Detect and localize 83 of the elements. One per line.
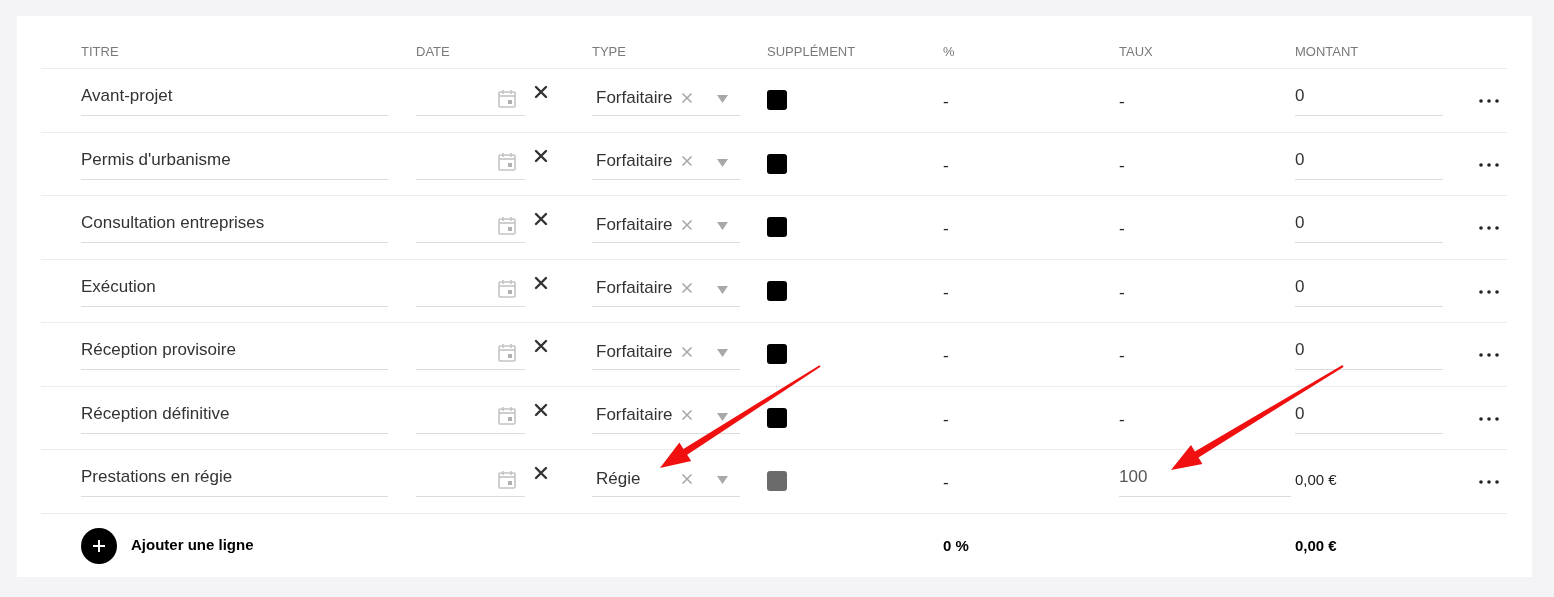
percent-value: - <box>943 473 949 492</box>
total-percent: 0 % <box>943 536 969 554</box>
calendar-icon <box>498 152 516 171</box>
calendar-icon <box>498 406 516 425</box>
amount-field[interactable]: 0 <box>1295 80 1443 116</box>
calendar-icon <box>498 469 516 489</box>
percent-value: - <box>943 282 949 302</box>
calendar-icon <box>498 215 516 235</box>
add-line-button[interactable]: Ajouter une ligne <box>81 527 943 564</box>
amount-field[interactable]: 0 <box>1295 397 1443 434</box>
title-field[interactable]: Consultation entreprises <box>81 207 388 243</box>
more-options-button[interactable] <box>1478 98 1500 104</box>
clear-date-button[interactable] <box>534 85 548 99</box>
percent-value: - <box>943 346 949 365</box>
supplement-checkbox[interactable] <box>767 280 787 301</box>
selected-value: Forfaitaire <box>596 213 674 236</box>
clear-date-button[interactable] <box>534 402 548 417</box>
more-options-button[interactable] <box>1478 288 1500 295</box>
selected-value: Forfaitaire <box>596 404 674 427</box>
type-select[interactable]: Forfaitaire <box>592 207 740 243</box>
selected-value: Forfaitaire <box>596 340 674 363</box>
total-amount: 0,00 € <box>1295 536 1337 554</box>
calendar-icon <box>498 88 516 108</box>
calendar-icon <box>498 279 516 298</box>
supplement-checkbox[interactable] <box>767 90 787 110</box>
caret-icon <box>717 95 728 103</box>
plus-icon <box>81 527 117 564</box>
column-header: MONTANT <box>1295 44 1359 59</box>
title-field[interactable]: Permis d'urbanisme <box>81 143 388 180</box>
more-options-button[interactable] <box>1478 225 1500 231</box>
selected-value: Forfaitaire <box>596 150 674 173</box>
clear-date-button[interactable] <box>534 212 548 226</box>
rate-value: - <box>1119 408 1125 431</box>
caret-icon <box>717 285 728 294</box>
type-select[interactable]: Forfaitaire <box>592 334 740 370</box>
caret-icon <box>717 476 728 484</box>
column-header: SUPPLÉMENT <box>767 44 856 59</box>
caret-icon <box>717 222 728 230</box>
clear-date-button[interactable] <box>534 275 548 290</box>
rate-value: - <box>1119 154 1125 177</box>
amount-field[interactable]: 0 <box>1295 207 1443 243</box>
column-header: % <box>943 44 955 59</box>
title-field[interactable]: Réception définitive <box>81 397 388 434</box>
rate-value: - <box>1119 345 1125 367</box>
calendar-icon <box>498 342 516 362</box>
amount-field[interactable]: 0 <box>1295 270 1443 307</box>
amount-value: 0,00 € <box>1295 470 1337 490</box>
type-select[interactable]: Forfaitaire <box>592 143 740 180</box>
selected-value: Forfaitaire <box>596 86 674 109</box>
supplement-checkbox[interactable] <box>767 217 787 237</box>
caret-icon <box>717 412 728 421</box>
title-field[interactable]: Prestations en régie <box>81 461 388 497</box>
column-header: TITRE <box>81 44 119 59</box>
caret-icon <box>717 349 728 357</box>
more-options-button[interactable] <box>1478 479 1500 485</box>
type-select[interactable]: Forfaitaire <box>592 270 740 307</box>
title-field[interactable]: Avant-projet <box>81 80 388 116</box>
title-field[interactable]: Exécution <box>81 270 388 307</box>
percent-value: - <box>943 155 949 175</box>
more-options-button[interactable] <box>1478 352 1500 358</box>
clear-date-button[interactable] <box>534 148 548 163</box>
column-header: TAUX <box>1119 44 1153 59</box>
supplement-checkbox[interactable] <box>767 344 787 364</box>
percent-value: - <box>943 92 949 111</box>
clear-date-button[interactable] <box>534 339 548 353</box>
percent-value: - <box>943 219 949 238</box>
selected-value: Forfaitaire <box>596 277 674 300</box>
percent-value: - <box>943 409 949 429</box>
type-select[interactable]: Forfaitaire <box>592 80 740 116</box>
caret-icon <box>717 158 728 167</box>
amount-field[interactable]: 0 <box>1295 143 1443 180</box>
more-options-button[interactable] <box>1478 415 1500 422</box>
rate-value: - <box>1119 218 1125 240</box>
rate-value: - <box>1119 281 1125 304</box>
more-options-button[interactable] <box>1478 161 1500 168</box>
clear-date-button[interactable] <box>534 466 548 480</box>
supplement-checkbox[interactable] <box>767 407 787 428</box>
supplement-checkbox[interactable] <box>767 153 787 174</box>
column-header: DATE <box>416 44 450 59</box>
column-header: TYPE <box>592 44 626 59</box>
title-field[interactable]: Réception provisoire <box>81 334 388 370</box>
rate-value: - <box>1119 91 1125 113</box>
selected-value: Régie <box>596 467 642 490</box>
